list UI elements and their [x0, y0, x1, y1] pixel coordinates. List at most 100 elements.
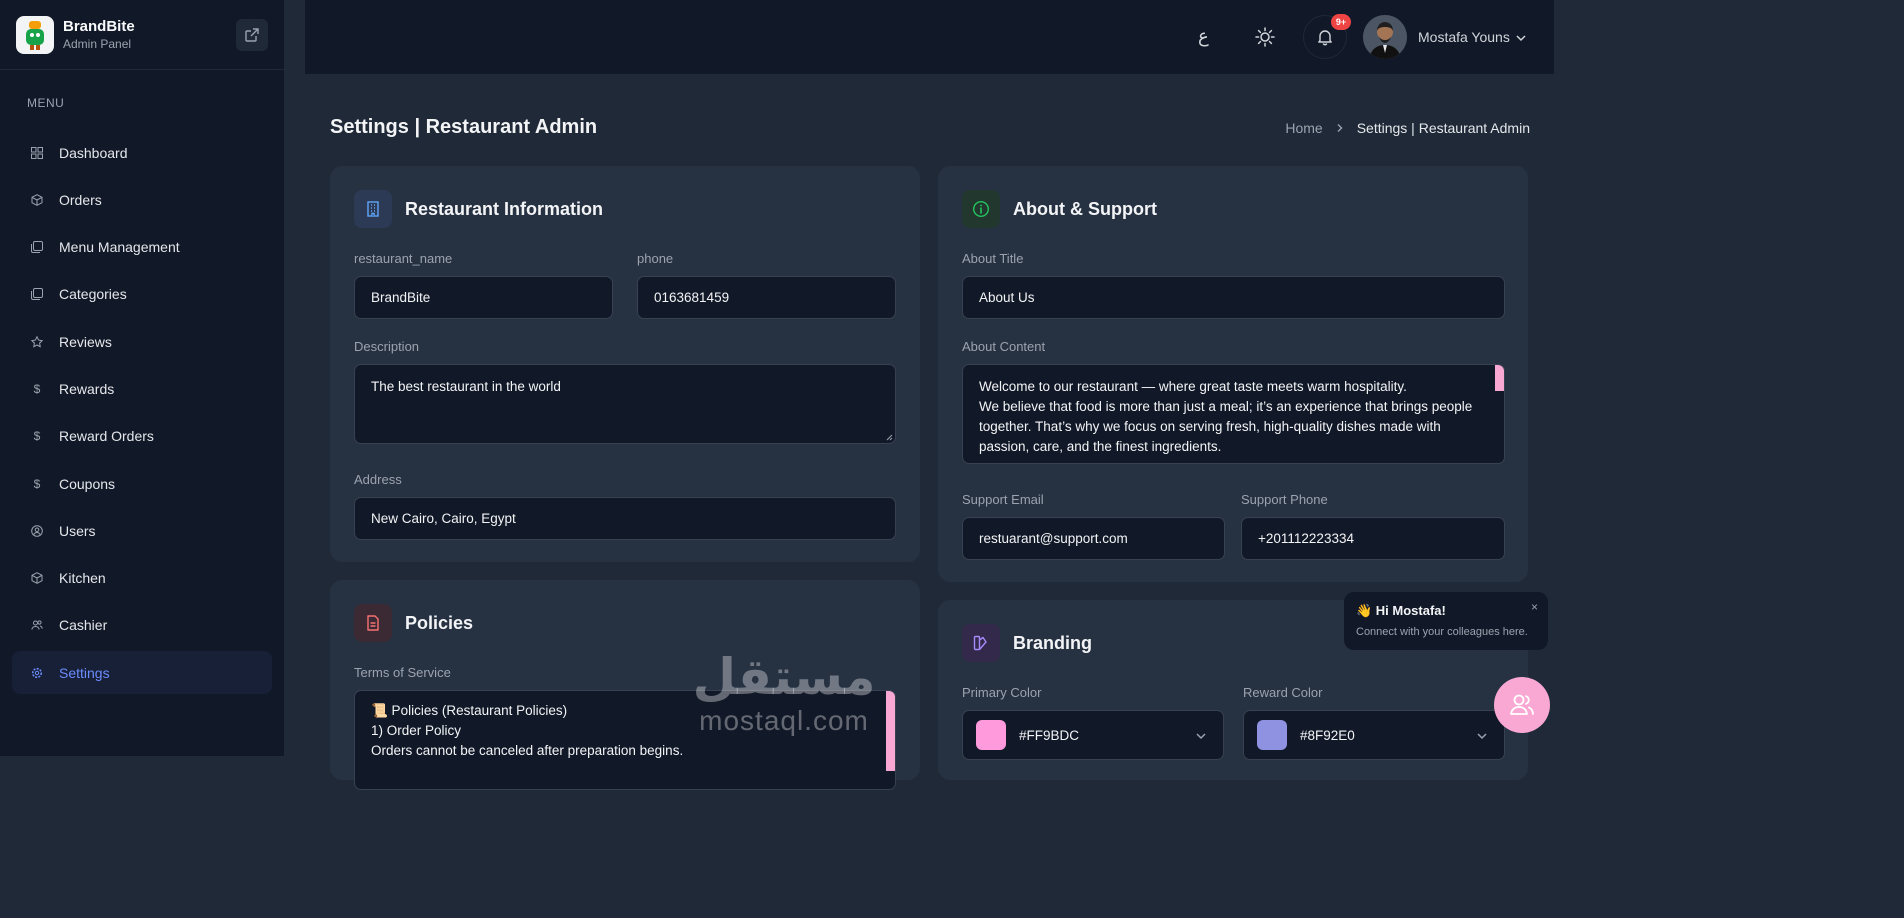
about-support-card: About & Support About Title About Us Abo… [938, 166, 1528, 582]
scrollbar-thumb[interactable] [886, 691, 895, 771]
about-title-input[interactable]: About Us [962, 276, 1505, 319]
copy-icon [31, 241, 43, 254]
watermark-latin: mostaql.com [699, 705, 869, 736]
sidebar-menu: Dashboard Orders Menu Management Categor… [0, 131, 284, 695]
restaurant-name-input[interactable]: BrandBite [354, 276, 613, 319]
grid-icon [31, 146, 43, 159]
reward-color-value: #8F92E0 [1300, 727, 1355, 743]
dollar-icon: $ [33, 476, 41, 491]
chevron-down-icon [1477, 733, 1487, 740]
reward-color-select[interactable]: #8F92E0 [1243, 710, 1505, 760]
sidebar-item-orders[interactable]: Orders [12, 178, 272, 221]
users-icon [1510, 694, 1534, 715]
about-content-field: About Content Welcome to our restaurant … [962, 339, 1505, 464]
primary-color-value: #FF9BDC [1019, 727, 1080, 743]
field-label: phone [637, 251, 674, 266]
brand-logo[interactable] [16, 15, 54, 54]
user-menu-chevron[interactable] [1515, 31, 1527, 49]
support-email-input[interactable]: restuarant@support.com [962, 517, 1225, 560]
field-label: restaurant_name [354, 251, 453, 266]
sidebar-item-categories[interactable]: Categories [12, 273, 272, 316]
sidebar-item-settings[interactable]: Settings [12, 651, 272, 695]
menu-heading: MENU [27, 96, 65, 110]
sidebar-item-dashboard[interactable]: Dashboard [12, 131, 272, 174]
gear-icon [31, 667, 43, 679]
sidebar-item-label: Cashier [59, 617, 108, 634]
avatar[interactable] [1363, 15, 1407, 59]
sidebar-item-label: Reviews [59, 333, 112, 350]
about-content-line: together. That’s why we focus on serving… [979, 419, 1441, 434]
dollar-icon: $ [33, 381, 41, 396]
reward-color-field: Reward Color #8F92E0 [1243, 685, 1505, 760]
about-content-line: We believe that food is more than just a… [979, 399, 1473, 414]
sidebar-item-coupons[interactable]: $ Coupons [12, 462, 272, 505]
breadcrumb-current: Settings | Restaurant Admin [1356, 120, 1530, 136]
field-label: About Title [962, 251, 1024, 266]
phone-field: phone 0163681459 [637, 251, 896, 319]
palette-icon [962, 624, 1000, 662]
sidebar-item-reward-orders[interactable]: $ Reward Orders [12, 415, 272, 458]
phone-input[interactable]: 0163681459 [637, 276, 896, 319]
info-icon [962, 190, 1000, 228]
sidebar-item-label: Menu Management [59, 239, 180, 256]
sidebar-item-kitchen[interactable]: Kitchen [12, 557, 272, 600]
about-content-textarea[interactable]: Welcome to our restaurant — where great … [962, 364, 1505, 464]
field-label: Support Phone [1241, 492, 1328, 507]
topbar: ع 9+ Mostafa Youns [305, 0, 1554, 74]
primary-color-select[interactable]: #FF9BDC [962, 710, 1224, 760]
brand-name: BrandBite [63, 18, 135, 35]
user-name[interactable]: Mostafa Youns [1418, 29, 1510, 45]
color-swatch [976, 720, 1006, 750]
chevron-right-icon [1335, 123, 1345, 133]
theme-toggle-button[interactable] [1254, 26, 1276, 48]
description-text: The best restaurant in the world [371, 379, 561, 394]
scrollbar-thumb[interactable] [1495, 365, 1504, 391]
policies-title: Policies [405, 612, 474, 633]
sidebar-item-label: Dashboard [59, 144, 128, 161]
brand-header: BrandBite Admin Panel [0, 0, 284, 70]
building-icon [354, 190, 392, 228]
field-label: Address [354, 472, 402, 487]
address-input[interactable]: New Cairo, Cairo, Egypt [354, 497, 896, 540]
language-toggle[interactable]: ع [1198, 26, 1209, 47]
box-icon [31, 193, 43, 206]
sidebar-item-cashier[interactable]: Cashier [12, 604, 272, 647]
open-external-button[interactable] [236, 19, 268, 51]
resize-handle-icon[interactable] [885, 433, 893, 441]
watermark-arabic: مستقل [692, 648, 876, 706]
toast-message: Connect with your colleagues here. [1356, 626, 1528, 638]
document-icon [354, 604, 392, 642]
greeting-toast: 👋 Hi Mostafa! Connect with your colleagu… [1344, 592, 1548, 650]
brand-logo-icon [26, 20, 44, 50]
user-avatar-icon [1363, 15, 1407, 59]
sidebar-item-reviews[interactable]: Reviews [12, 320, 272, 363]
sidebar-item-label: Kitchen [59, 570, 106, 587]
description-field: Description The best restaurant in the w… [354, 339, 896, 444]
chevron-down-icon [1196, 733, 1206, 740]
colleagues-chat-button[interactable] [1494, 677, 1550, 733]
about-support-title: About & Support [1013, 198, 1157, 219]
breadcrumb-home-link[interactable]: Home [1285, 120, 1322, 136]
support-phone-field: Support Phone +201112223334 [1241, 492, 1505, 560]
restaurant-info-card: Restaurant Information restaurant_name B… [330, 166, 920, 562]
support-phone-input[interactable]: +201112223334 [1241, 517, 1505, 560]
close-icon[interactable]: × [1531, 600, 1538, 614]
sidebar-item-label: Reward Orders [59, 428, 154, 445]
sidebar-item-label: Users [59, 522, 96, 539]
field-label: About Content [962, 339, 1046, 354]
sidebar-item-label: Settings [59, 664, 110, 681]
sidebar-item-rewards[interactable]: $ Rewards [12, 367, 272, 410]
sidebar-item-label: Orders [59, 191, 102, 208]
sidebar-item-menu-management[interactable]: Menu Management [12, 226, 272, 269]
sidebar-item-label: Coupons [59, 475, 116, 492]
toast-title: 👋 Hi Mostafa! [1356, 603, 1446, 618]
notification-badge: 9+ [1331, 14, 1351, 30]
page-title: Settings | Restaurant Admin [330, 116, 598, 138]
field-label: Description [354, 339, 420, 354]
sidebar-item-users[interactable]: Users [12, 509, 272, 552]
bell-icon [1318, 30, 1332, 46]
dollar-icon: $ [33, 429, 41, 444]
brand-subtitle: Admin Panel [63, 37, 132, 51]
description-textarea[interactable]: The best restaurant in the world [354, 364, 896, 444]
field-label: Support Email [962, 492, 1044, 507]
